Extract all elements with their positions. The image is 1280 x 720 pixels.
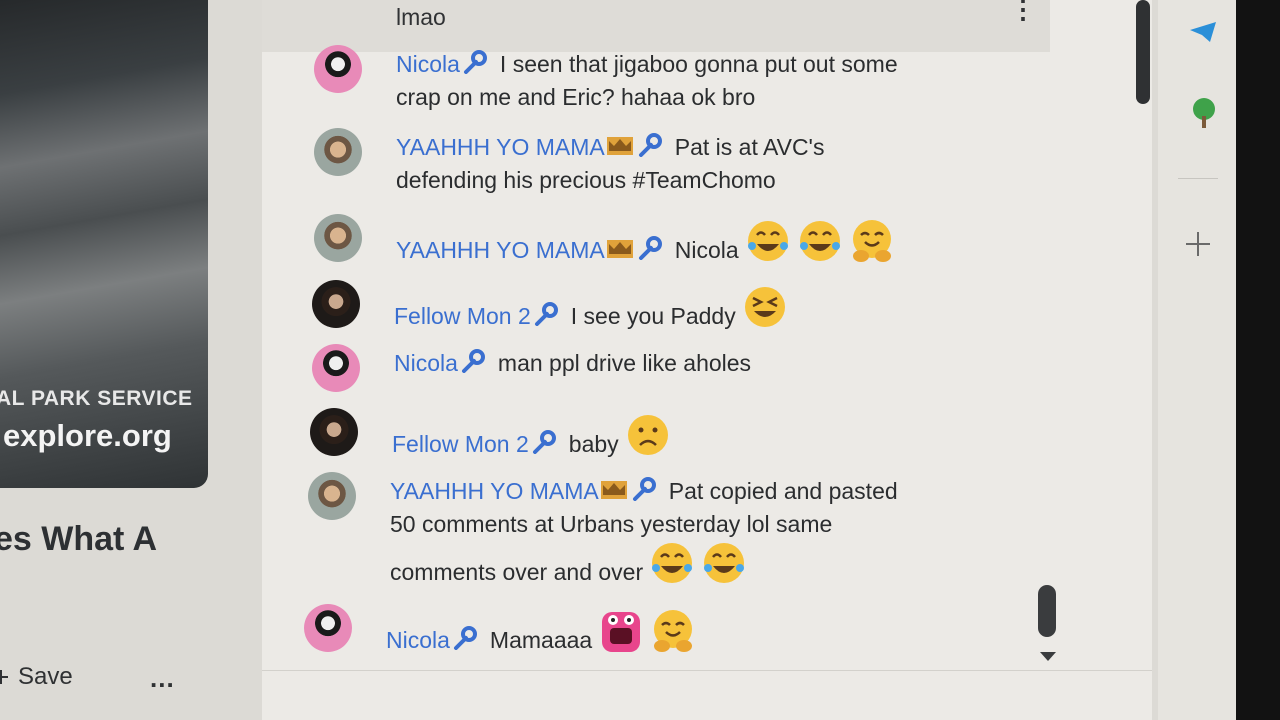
tree-icon[interactable]	[1189, 96, 1219, 135]
live-chat-panel: lmao ⋮ Nicola I seen that jigaboo gonna p…	[262, 0, 1152, 720]
chat-message[interactable]: Fellow Mon 2 I see you Paddy	[262, 280, 1022, 329]
chat-message[interactable]: YAAHHH YO MAMA Nicola	[262, 214, 1022, 263]
chat-message[interactable]: Nicola I seen that jigaboo gonna put out …	[262, 45, 1022, 119]
crown-icon	[605, 133, 635, 165]
author-name[interactable]: Nicola	[386, 627, 450, 653]
chat-scrollbar-thumb[interactable]	[1038, 585, 1056, 637]
message-body: YAAHHH YO MAMA Nicola	[396, 218, 895, 272]
chat-message[interactable]: Nicola Mamaaaa	[262, 604, 1022, 653]
park-service-text: AL PARK SERVICE	[0, 387, 193, 410]
message-text: baby	[568, 431, 619, 457]
message-text: I see you Paddy	[570, 303, 736, 329]
more-options-button[interactable]: ...	[150, 663, 175, 694]
crown-icon	[605, 236, 635, 268]
nicola-avatar[interactable]	[314, 45, 362, 93]
wrench-icon	[635, 133, 663, 165]
video-thumbnail[interactable]: AL PARK SERVICE explore.org	[0, 0, 208, 488]
message-line: Nicola I seen that jigaboo gonna put out …	[396, 49, 898, 82]
author-name[interactable]: YAAHHH YO MAMA	[396, 134, 605, 160]
tears-of-joy-emoji-icon	[701, 540, 747, 594]
message-text: Mamaaaa	[489, 627, 593, 653]
wrench-icon	[531, 302, 559, 334]
author-name[interactable]: Nicola	[396, 51, 460, 77]
message-line: Nicola Mamaaaa	[386, 608, 696, 662]
message-body: Nicola man ppl drive like aholes	[394, 348, 751, 381]
tears-of-joy-emoji-icon	[649, 540, 695, 594]
yahh-avatar[interactable]	[314, 128, 362, 176]
message-line: YAAHHH YO MAMA Pat copied and pasted	[390, 476, 898, 509]
crown-icon	[599, 477, 629, 509]
message-text: Pat copied and pasted	[668, 478, 898, 504]
author-name[interactable]: YAAHHH YO MAMA	[396, 237, 605, 263]
author-name[interactable]: Nicola	[394, 350, 458, 376]
video-title[interactable]: es What A	[0, 520, 157, 559]
wrench-icon	[635, 236, 663, 268]
chat-message[interactable]: YAAHHH YO MAMA Pat is at AVC's defending h…	[262, 128, 1022, 202]
grinning-squint-emoji-icon	[742, 284, 788, 338]
fellow-avatar[interactable]	[310, 408, 358, 456]
wrench-icon	[529, 430, 557, 462]
message-body: Nicola I seen that jigaboo gonna put out …	[396, 49, 898, 113]
message-text: defending his precious #TeamChomo	[396, 167, 776, 193]
chat-message[interactable]: Fellow Mon 2 baby	[262, 408, 1022, 457]
scroll-down-arrow-icon[interactable]	[1040, 652, 1056, 661]
page-scrollbar-thumb[interactable]	[1136, 0, 1150, 104]
message-text: Pat is at AVC's	[674, 134, 825, 160]
explore-org-logo: explore.org	[3, 418, 172, 453]
sidebar-divider	[1178, 178, 1218, 179]
message-text: lmao	[396, 4, 446, 30]
message-text: man ppl drive like aholes	[497, 350, 752, 376]
wrench-icon	[460, 50, 488, 82]
message-menu-icon[interactable]: ⋮	[1010, 0, 1036, 25]
wrench-icon	[629, 477, 657, 509]
message-text: comments over and over	[390, 540, 898, 594]
plus-icon	[0, 663, 8, 691]
wrench-icon	[458, 349, 486, 381]
author-name[interactable]: Fellow Mon 2	[394, 303, 531, 329]
nicola-avatar[interactable]	[304, 604, 352, 652]
screen-bezel	[1236, 0, 1280, 720]
frowning-face-emoji-icon	[625, 412, 671, 466]
message-text: I seen that jigaboo gonna put out some	[499, 51, 898, 77]
chat-message[interactable]: Nicola man ppl drive like aholes	[262, 344, 1022, 392]
save-button[interactable]: Save	[0, 663, 73, 691]
pink-monster-emoji-icon	[598, 608, 644, 662]
author-name[interactable]: YAAHHH YO MAMA	[390, 478, 599, 504]
tears-of-joy-emoji-icon	[797, 218, 843, 272]
message-line: Fellow Mon 2 I see you Paddy	[394, 284, 788, 338]
message-line: YAAHHH YO MAMA Pat is at AVC's	[396, 132, 824, 165]
message-text: Nicola	[674, 237, 739, 263]
right-sidebar	[1158, 0, 1236, 720]
author-name[interactable]: Fellow Mon 2	[392, 431, 529, 457]
yahh-avatar[interactable]	[308, 472, 356, 520]
message-text: crap on me and Eric? hahaa ok bro	[396, 84, 756, 110]
save-label: Save	[18, 663, 73, 690]
message-line: Fellow Mon 2 baby	[392, 412, 671, 466]
telegram-icon[interactable]	[1188, 20, 1218, 49]
add-icon[interactable]	[1186, 232, 1210, 261]
message-body: YAAHHH YO MAMA Pat is at AVC's defending h…	[396, 132, 824, 196]
message-line: YAAHHH YO MAMA Nicola	[396, 218, 895, 272]
tears-of-joy-emoji-icon	[745, 218, 791, 272]
message-text: 50 comments at Urbans yesterday lol same	[390, 511, 833, 537]
message-body: Fellow Mon 2 I see you Paddy	[394, 284, 788, 338]
hug-face-emoji-icon	[849, 218, 895, 272]
wrench-icon	[450, 626, 478, 658]
fellow-avatar[interactable]	[312, 280, 360, 328]
message-body: Fellow Mon 2 baby	[392, 412, 671, 466]
message-body: YAAHHH YO MAMA Pat copied and pasted 50 co…	[390, 476, 898, 594]
chat-divider	[262, 670, 1152, 671]
message-line: Nicola man ppl drive like aholes	[394, 348, 751, 381]
yahh-avatar[interactable]	[314, 214, 362, 262]
hug-face-emoji-icon	[650, 608, 696, 662]
nicola-avatar[interactable]	[312, 344, 360, 392]
chat-message[interactable]: YAAHHH YO MAMA Pat copied and pasted 50 co…	[262, 472, 1022, 585]
message-body: Nicola Mamaaaa	[386, 608, 696, 662]
